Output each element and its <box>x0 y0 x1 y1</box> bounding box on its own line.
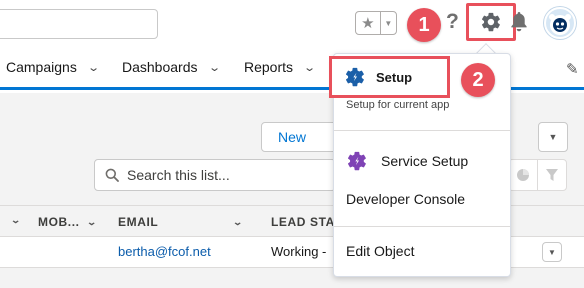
nav-tab-campaigns[interactable]: Campaigns ⌄ <box>6 59 100 75</box>
favorites-star-icon[interactable]: ★ <box>356 12 381 34</box>
chart-button[interactable] <box>508 159 538 191</box>
setup-menu-item[interactable]: Setup <box>329 56 450 98</box>
setup-subtitle: Setup for current app <box>346 99 450 111</box>
search-icon <box>105 168 119 182</box>
service-setup-label: Service Setup <box>381 153 469 169</box>
notifications-bell-icon[interactable] <box>510 12 528 32</box>
gear-icon <box>481 12 500 32</box>
lead-status-cell: Working - <box>271 244 327 259</box>
user-avatar[interactable] <box>544 7 576 39</box>
column-menu-chevron-icon[interactable]: ⌄ <box>10 215 21 226</box>
setup-gear-button[interactable] <box>466 3 516 41</box>
row-actions-menu-icon[interactable]: ▼ <box>542 242 562 262</box>
menu-divider <box>334 226 510 227</box>
favorites-button-group: ★ ▼ <box>355 11 397 35</box>
filter-button[interactable] <box>537 159 567 191</box>
nav-tab-label: Dashboards <box>122 59 198 75</box>
global-header: ★ ▼ ? <box>0 0 584 48</box>
edit-nav-pencil-icon[interactable]: ✎ <box>566 60 579 78</box>
filter-icon <box>546 169 558 181</box>
nav-tab-reports[interactable]: Reports ⌄ <box>244 59 316 75</box>
column-header-lead-status[interactable]: LEAD STA <box>271 215 335 229</box>
favorites-menu-icon[interactable]: ▼ <box>381 12 396 34</box>
nav-tab-dashboards[interactable]: Dashboards ⌄ <box>122 59 221 75</box>
step-1-badge: 1 <box>407 8 441 42</box>
nav-tab-label: Campaigns <box>6 59 77 75</box>
pie-chart-icon <box>517 169 529 181</box>
column-label: EMAIL <box>118 215 159 229</box>
column-header-email[interactable]: EMAIL ⌄ <box>118 215 243 229</box>
column-label: MOB... <box>38 215 80 229</box>
developer-console-menu-item[interactable]: Developer Console <box>346 191 465 207</box>
chevron-down-icon[interactable]: ⌄ <box>303 61 316 74</box>
step-2-badge: 2 <box>461 63 495 97</box>
chevron-down-icon[interactable]: ⌄ <box>86 217 97 228</box>
chevron-down-icon[interactable]: ⌄ <box>233 217 244 228</box>
menu-divider <box>334 130 510 131</box>
service-setup-gear-icon <box>347 151 366 171</box>
service-setup-menu-item[interactable]: Service Setup <box>346 150 468 172</box>
column-header-mobile[interactable]: MOB... ⌄ <box>38 215 97 229</box>
list-actions-menu-icon[interactable]: ▼ <box>538 122 568 152</box>
edit-object-menu-item[interactable]: Edit Object <box>346 243 414 259</box>
column-label: LEAD STA <box>271 215 335 229</box>
chevron-down-icon[interactable]: ⌄ <box>208 61 221 74</box>
setup-gear-icon <box>345 67 364 87</box>
search-placeholder: Search this list... <box>127 167 230 183</box>
email-link[interactable]: bertha@fcof.net <box>118 244 211 259</box>
chevron-down-icon[interactable]: ⌄ <box>87 61 100 74</box>
setup-label: Setup <box>376 69 413 85</box>
nav-tab-label: Reports <box>244 59 294 75</box>
list-search-input[interactable]: Search this list... <box>94 159 336 191</box>
help-icon[interactable]: ? <box>446 10 459 34</box>
new-button[interactable]: New <box>261 122 323 152</box>
astro-avatar-icon <box>549 14 571 35</box>
global-search-input[interactable] <box>0 9 158 39</box>
